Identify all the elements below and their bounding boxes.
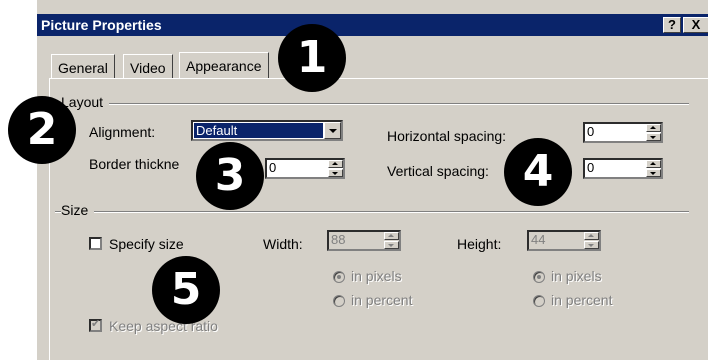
keep-aspect-ratio-checkbox[interactable]: ✔ <box>89 318 102 332</box>
alignment-select[interactable]: Default <box>191 120 343 141</box>
close-button[interactable]: X <box>683 17 708 33</box>
spin-down-icon[interactable] <box>384 241 399 249</box>
size-group-line <box>55 211 689 213</box>
specify-size-checkbox[interactable] <box>89 237 102 250</box>
spin-down-icon[interactable] <box>584 241 599 249</box>
width-in-pixels-label: in pixels <box>351 268 402 284</box>
window-title: Picture Properties <box>41 17 162 33</box>
keep-aspect-ratio-label: Keep aspect ratio <box>109 318 218 334</box>
callout-3: 3 <box>196 142 264 210</box>
specify-size-label: Specify size <box>109 236 184 252</box>
horizontal-spacing-label: Horizontal spacing: <box>387 128 507 144</box>
tab-general[interactable]: General <box>51 54 115 78</box>
layout-group-line <box>55 103 689 105</box>
callout-4: 4 <box>504 138 572 206</box>
callout-1: 1 <box>278 24 346 92</box>
vertical-spacing-value: 0 <box>587 160 595 175</box>
size-group-label: Size <box>61 202 95 218</box>
horizontal-spacing-stepper[interactable]: 0 <box>583 122 663 143</box>
chevron-down-icon[interactable] <box>324 122 341 139</box>
height-in-pixels-radio[interactable] <box>533 271 545 283</box>
checkmark-icon: ✔ <box>91 318 101 330</box>
height-in-pixels-label: in pixels <box>551 268 602 284</box>
spin-down-icon[interactable] <box>646 169 661 177</box>
alignment-label: Alignment: <box>89 124 156 140</box>
callout-2: 2 <box>8 96 76 164</box>
vertical-spacing-label: Vertical spacing: <box>387 163 489 179</box>
horizontal-spacing-value: 0 <box>587 124 595 139</box>
height-in-percent-radio[interactable] <box>533 295 545 307</box>
width-stepper[interactable]: 88 <box>327 230 401 251</box>
spin-up-icon[interactable] <box>384 232 399 240</box>
width-in-percent-label: in percent <box>351 292 413 308</box>
height-label: Height: <box>457 236 502 252</box>
width-value: 88 <box>331 232 346 247</box>
spin-up-icon[interactable] <box>646 124 661 132</box>
vertical-spacing-stepper[interactable]: 0 <box>583 158 663 179</box>
spin-down-icon[interactable] <box>328 169 343 177</box>
height-value: 44 <box>531 232 546 247</box>
spin-down-icon[interactable] <box>646 133 661 141</box>
width-in-percent-radio[interactable] <box>333 295 345 307</box>
height-in-percent-label: in percent <box>551 292 613 308</box>
title-bar[interactable]: Picture Properties ? X <box>37 14 708 36</box>
width-label: Width: <box>263 236 303 252</box>
tab-video[interactable]: Video <box>123 54 173 78</box>
height-stepper[interactable]: 44 <box>527 230 601 251</box>
border-thickness-label: Border thickne <box>89 156 180 172</box>
alignment-select-value: Default <box>193 122 324 139</box>
border-thickness-stepper[interactable]: 0 <box>265 158 345 179</box>
tab-appearance[interactable]: Appearance <box>179 52 269 78</box>
border-thickness-value: 0 <box>269 160 277 175</box>
width-in-pixels-radio[interactable] <box>333 271 345 283</box>
spin-up-icon[interactable] <box>328 160 343 168</box>
spin-up-icon[interactable] <box>646 160 661 168</box>
callout-5: 5 <box>152 256 220 324</box>
picture-properties-dialog: Picture Properties ? X General Video App… <box>36 0 708 360</box>
help-button[interactable]: ? <box>663 17 681 33</box>
spin-up-icon[interactable] <box>584 232 599 240</box>
